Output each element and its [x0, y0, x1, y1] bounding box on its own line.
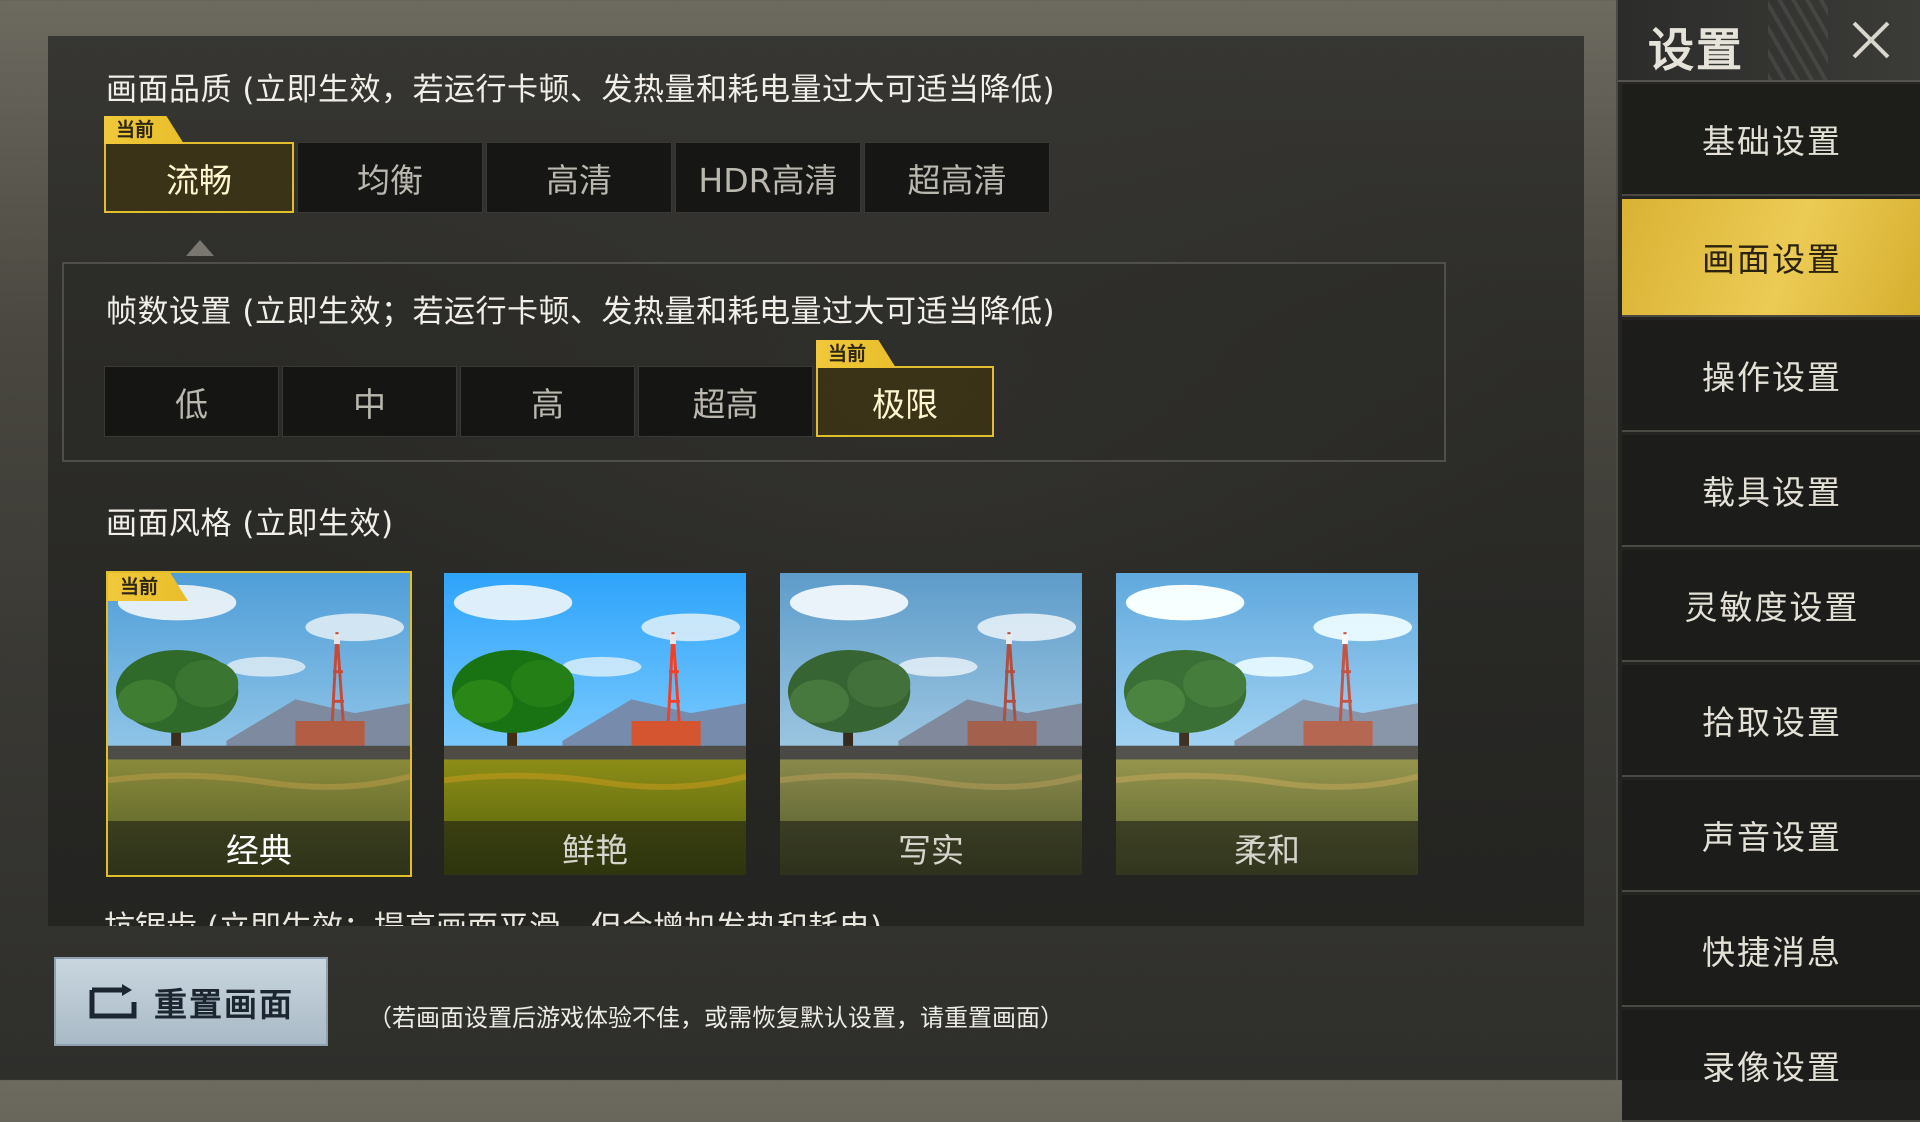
style-option-label: 经典	[108, 821, 410, 875]
fps-option-low[interactable]: 低	[104, 366, 279, 437]
graphics-settings-panel: 画面品质 (立即生效，若运行卡顿、发热量和耗电量过大可适当降低) 当前 流畅 均…	[48, 36, 1584, 926]
sidebar-item-quick-chat[interactable]: 快捷消息	[1622, 895, 1920, 1007]
fps-option-label: 中	[353, 384, 386, 424]
quality-option-smooth[interactable]: 当前 流畅	[104, 116, 294, 213]
fps-option-medium[interactable]: 中	[282, 366, 457, 437]
quality-option-label: HDR高清	[698, 160, 838, 200]
quality-option-label: 均衡	[357, 160, 423, 200]
style-option-label: 柔和	[1116, 821, 1418, 875]
quality-option-hdr-hd[interactable]: HDR高清	[675, 142, 861, 213]
sidebar-header: 设置	[1618, 0, 1920, 82]
fps-option-ultra[interactable]: 超高	[638, 366, 813, 437]
sidebar-item-replay[interactable]: 录像设置	[1622, 1010, 1920, 1122]
fps-option-label: 极限	[872, 384, 938, 424]
style-option-vivid[interactable]: 鲜艳	[442, 571, 748, 877]
sidebar-item-controls[interactable]: 操作设置	[1622, 320, 1920, 432]
style-option-soft[interactable]: 柔和	[1114, 571, 1420, 877]
close-button[interactable]	[1836, 8, 1906, 72]
style-option-label: 鲜艳	[444, 821, 746, 875]
quality-option-label: 超高清	[907, 160, 1007, 200]
expand-pointer-icon	[186, 240, 214, 256]
antialias-section-title: 抗锯齿 (立即生效：提高画面平滑，但会增加发热和耗电)	[104, 902, 882, 926]
reset-graphics-button[interactable]: 重置画面	[54, 957, 328, 1046]
fps-option-high[interactable]: 高	[460, 366, 635, 437]
sidebar-item-sound[interactable]: 声音设置	[1622, 780, 1920, 892]
reset-frame-icon	[89, 983, 137, 1018]
reset-hint-text: （若画面设置后游戏体验不佳，或需恢复默认设置，请重置画面）	[368, 1004, 1064, 1032]
sidebar-item-graphics[interactable]: 画面设置	[1622, 199, 1920, 317]
fps-option-label: 超高	[692, 384, 759, 424]
quality-option-ultra-hd[interactable]: 超高清	[864, 142, 1050, 213]
sidebar-item-basic[interactable]: 基础设置	[1622, 84, 1920, 196]
quality-option-balanced[interactable]: 均衡	[297, 142, 483, 213]
reset-button-label: 重置画面	[154, 984, 294, 1024]
fps-option-label: 高	[531, 384, 564, 424]
sidebar-item-pickup[interactable]: 拾取设置	[1622, 665, 1920, 777]
fps-option-extreme[interactable]: 当前 极限	[816, 340, 994, 437]
quality-option-label: 流畅	[166, 160, 232, 200]
current-tag: 当前	[104, 116, 185, 144]
quality-options: 当前 流畅 均衡 高清 HDR高清 超高清	[104, 116, 1050, 213]
quality-section-title: 画面品质 (立即生效，若运行卡顿、发热量和耗电量过大可适当降低)	[106, 72, 1056, 108]
fps-options: 低 中 高 超高 当前 极限	[104, 340, 994, 437]
style-option-realistic[interactable]: 写实	[778, 571, 1084, 877]
style-options: 当前 经典 鲜艳 写实 柔和	[106, 571, 1420, 877]
sidebar-item-sensitivity[interactable]: 灵敏度设置	[1622, 550, 1920, 662]
close-icon	[1852, 21, 1890, 59]
fps-option-label: 低	[175, 384, 208, 424]
style-option-classic[interactable]: 当前 经典	[106, 571, 412, 877]
fps-section-title: 帧数设置 (立即生效；若运行卡顿、发热量和耗电量过大可适当降低)	[106, 294, 1056, 330]
style-option-label: 写实	[780, 821, 1082, 875]
settings-sidebar: 设置 基础设置 画面设置 操作设置 载具设置 灵敏度设置 拾取设置 声音设置 快…	[1616, 0, 1920, 1122]
header-stripes	[1768, 0, 1828, 80]
quality-option-hd[interactable]: 高清	[486, 142, 672, 213]
sidebar-title: 设置	[1648, 23, 1744, 77]
sidebar-item-vehicle[interactable]: 载具设置	[1622, 435, 1920, 547]
style-section-title: 画面风格 (立即生效)	[106, 506, 394, 542]
quality-option-label: 高清	[546, 160, 612, 200]
